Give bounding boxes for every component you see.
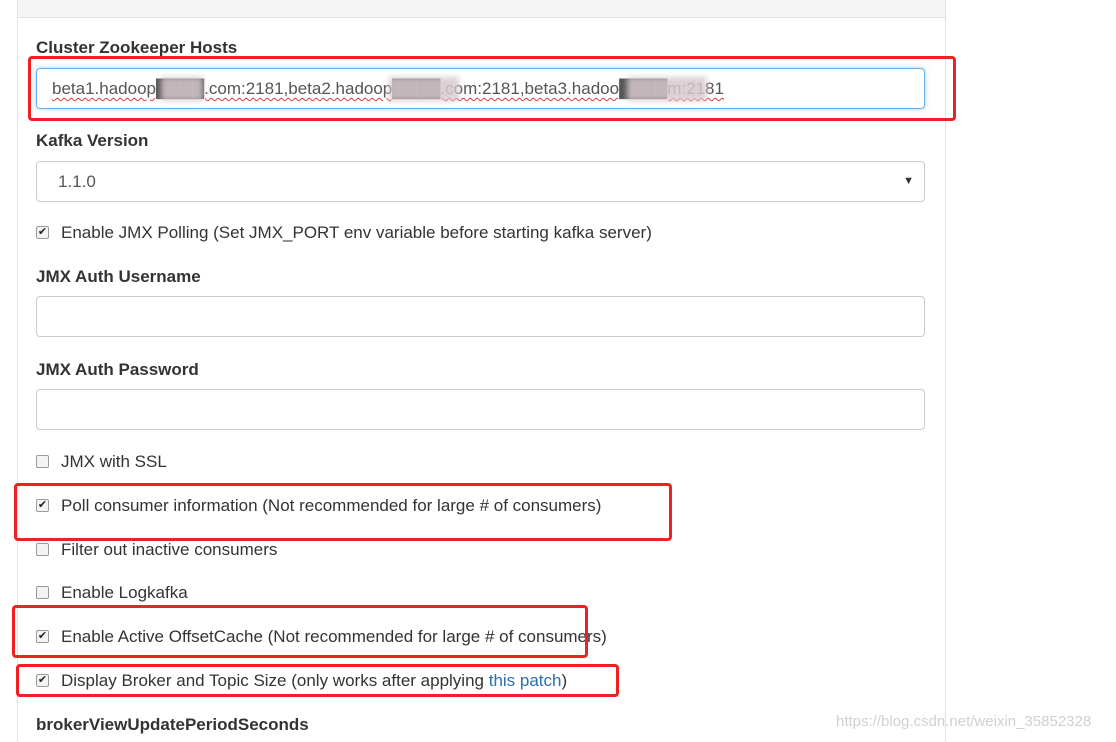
jmx-password-input[interactable] — [36, 389, 925, 430]
jmx-polling-checkbox[interactable]: ✔ — [36, 226, 49, 239]
highlight-box-zk — [28, 56, 956, 121]
highlight-box-poll-consumer — [14, 483, 672, 541]
filter-inactive-label: Filter out inactive consumers — [61, 540, 278, 559]
kafka-version-select[interactable]: 1.1.0 ▼ — [36, 161, 925, 202]
watermark: https://blog.csdn.net/weixin_35852328 — [836, 713, 1092, 730]
jmx-polling-label: Enable JMX Polling (Set JMX_PORT env var… — [61, 223, 652, 242]
filter-inactive-checkbox[interactable] — [36, 543, 49, 556]
chevron-down-icon: ▼ — [903, 175, 914, 187]
jmx-username-label: JMX Auth Username — [36, 267, 201, 286]
highlight-box-offset-cache — [12, 605, 588, 658]
zk-hosts-label: Cluster Zookeeper Hosts — [36, 38, 238, 57]
logkafka-label: Enable Logkafka — [61, 583, 188, 602]
jmx-username-input[interactable] — [36, 296, 925, 337]
panel-header — [18, 0, 945, 18]
kafka-version-value: 1.1.0 — [58, 172, 96, 191]
highlight-box-display-size — [16, 664, 619, 697]
broker-view-update-label: brokerViewUpdatePeriodSeconds — [36, 715, 309, 734]
jmx-ssl-label: JMX with SSL — [61, 452, 167, 471]
jmx-password-label: JMX Auth Password — [36, 360, 199, 379]
kafka-version-label: Kafka Version — [36, 131, 149, 150]
jmx-ssl-checkbox[interactable] — [36, 455, 49, 468]
logkafka-checkbox[interactable] — [36, 586, 49, 599]
